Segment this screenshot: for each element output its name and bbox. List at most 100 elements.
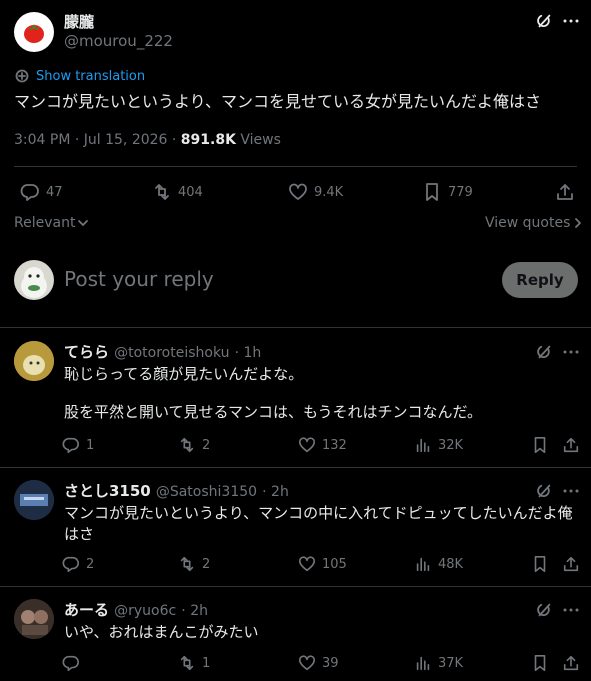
reply-avatar[interactable]: [14, 480, 54, 520]
views-action[interactable]: 32K: [414, 436, 463, 454]
reply-time[interactable]: · 2h: [262, 484, 289, 500]
analytics-icon: [416, 656, 430, 671]
divider: [14, 166, 577, 167]
reply-count: 1: [86, 437, 95, 453]
bookmark-action[interactable]: [531, 654, 549, 672]
reply-action[interactable]: 2: [62, 555, 94, 573]
like-action[interactable]: 132: [298, 436, 347, 454]
reply-action[interactable]: [62, 654, 86, 672]
author-avatar[interactable]: [14, 12, 54, 52]
like-count: 9.4K: [314, 184, 344, 200]
grok-icon[interactable]: [535, 343, 553, 361]
retweet-action[interactable]: 1: [178, 654, 210, 672]
reply-count: 2: [86, 556, 95, 572]
grok-icon[interactable]: [535, 12, 553, 30]
reply-handle[interactable]: @ryuo6c: [114, 603, 176, 619]
retweet-count: 1: [202, 655, 211, 671]
tomato-icon: [24, 24, 44, 43]
reply-header: あーる @ryuo6c · 2h: [64, 599, 208, 620]
reply-action[interactable]: 47: [20, 182, 63, 202]
bookmark-action[interactable]: [531, 555, 549, 573]
like-action[interactable]: 105: [298, 555, 347, 573]
more-options-icon[interactable]: [562, 482, 580, 500]
reply-text-line: 恥じらってる顔が見たいんだよな。: [64, 365, 304, 383]
sort-dropdown[interactable]: Relevant: [14, 215, 89, 231]
reply-display-name[interactable]: あーる: [64, 601, 109, 619]
retweet-icon: [180, 655, 194, 671]
more-options-icon[interactable]: [562, 343, 580, 361]
grok-icon[interactable]: [535, 482, 553, 500]
tweet-timestamp[interactable]: 3:04 PM · Jul 15, 2026 ·: [14, 132, 181, 148]
reply-handle[interactable]: @totoroteishoku: [114, 345, 229, 361]
current-user-avatar[interactable]: [14, 260, 54, 300]
sort-label: Relevant: [14, 215, 76, 231]
heart-icon: [298, 437, 316, 453]
bookmark-icon: [534, 436, 546, 454]
share-action[interactable]: [562, 654, 580, 672]
more-options-icon[interactable]: [562, 601, 580, 619]
retweet-count: 2: [202, 437, 211, 453]
share-icon: [557, 184, 573, 200]
reply-input[interactable]: Post your reply: [64, 267, 214, 291]
divider: [0, 586, 591, 587]
reply-time[interactable]: · 1h: [235, 345, 262, 361]
reply-button[interactable]: Reply: [502, 262, 578, 298]
author-display-name[interactable]: 朦朧: [64, 11, 94, 32]
like-count: 105: [322, 556, 347, 572]
more-options-icon[interactable]: [562, 12, 580, 30]
like-count: 132: [322, 437, 347, 453]
views-action[interactable]: 48K: [414, 555, 463, 573]
bookmark-icon: [426, 183, 438, 201]
share-action[interactable]: [562, 555, 580, 573]
grok-icon[interactable]: [535, 601, 553, 619]
reply-header: さとし3150 @Satoshi3150 · 2h: [64, 480, 289, 501]
share-icon: [563, 437, 579, 453]
bookmark-action[interactable]: 779: [422, 182, 473, 202]
views-count: 32K: [438, 437, 464, 453]
reply-text-line: マンコが見たいというより、マンコの中に入れてドピュッてしたいんだよ俺: [64, 504, 573, 522]
heart-icon: [298, 556, 316, 572]
reply-time[interactable]: · 2h: [181, 603, 208, 619]
translate-icon: [15, 69, 29, 83]
view-quotes-link[interactable]: View quotes: [485, 215, 583, 231]
bookmark-icon: [534, 555, 546, 573]
views-count: 891.8K: [180, 132, 236, 148]
reply-avatar[interactable]: [14, 341, 54, 381]
view-quotes-label: View quotes: [485, 215, 571, 231]
like-action[interactable]: 9.4K: [288, 182, 343, 202]
retweet-icon: [180, 437, 194, 453]
retweet-count: 2: [202, 556, 211, 572]
reply-text-line: 股を平然と開いて見せるマンコは、もうそれはチンコなんだ。: [64, 403, 483, 421]
reply-count: 47: [46, 184, 63, 200]
share-action[interactable]: [562, 436, 580, 454]
retweet-action[interactable]: 2: [178, 436, 210, 454]
author-handle[interactable]: @mourou_222: [64, 32, 173, 50]
analytics-icon: [416, 438, 430, 453]
like-count: 39: [322, 655, 339, 671]
reply-icon: [62, 655, 79, 672]
views-action[interactable]: 37K: [414, 654, 463, 672]
show-translation-link[interactable]: Show translation: [14, 68, 145, 84]
reply-handle[interactable]: @Satoshi3150: [156, 484, 257, 500]
reply-avatar[interactable]: [14, 599, 54, 639]
reply-display-name[interactable]: さとし3150: [64, 482, 151, 500]
retweet-action[interactable]: 2: [178, 555, 210, 573]
reply-text-line: はさ: [64, 525, 95, 543]
bookmark-count: 779: [448, 184, 473, 200]
retweet-action[interactable]: 404: [152, 182, 203, 202]
heart-icon: [298, 655, 316, 671]
bookmark-action[interactable]: [531, 436, 549, 454]
like-action[interactable]: 39: [298, 654, 339, 672]
views-count: 48K: [438, 556, 464, 572]
retweet-icon: [180, 556, 194, 572]
analytics-icon: [416, 557, 430, 572]
reply-action[interactable]: 1: [62, 436, 94, 454]
divider: [0, 327, 591, 328]
reply-header: てらら @totoroteishoku · 1h: [64, 341, 261, 362]
show-translation-label[interactable]: Show translation: [36, 69, 145, 84]
share-action[interactable]: [555, 182, 575, 202]
retweet-count: 404: [178, 184, 203, 200]
divider: [0, 467, 591, 468]
reply-display-name[interactable]: てらら: [64, 343, 109, 361]
retweet-icon: [155, 184, 169, 200]
